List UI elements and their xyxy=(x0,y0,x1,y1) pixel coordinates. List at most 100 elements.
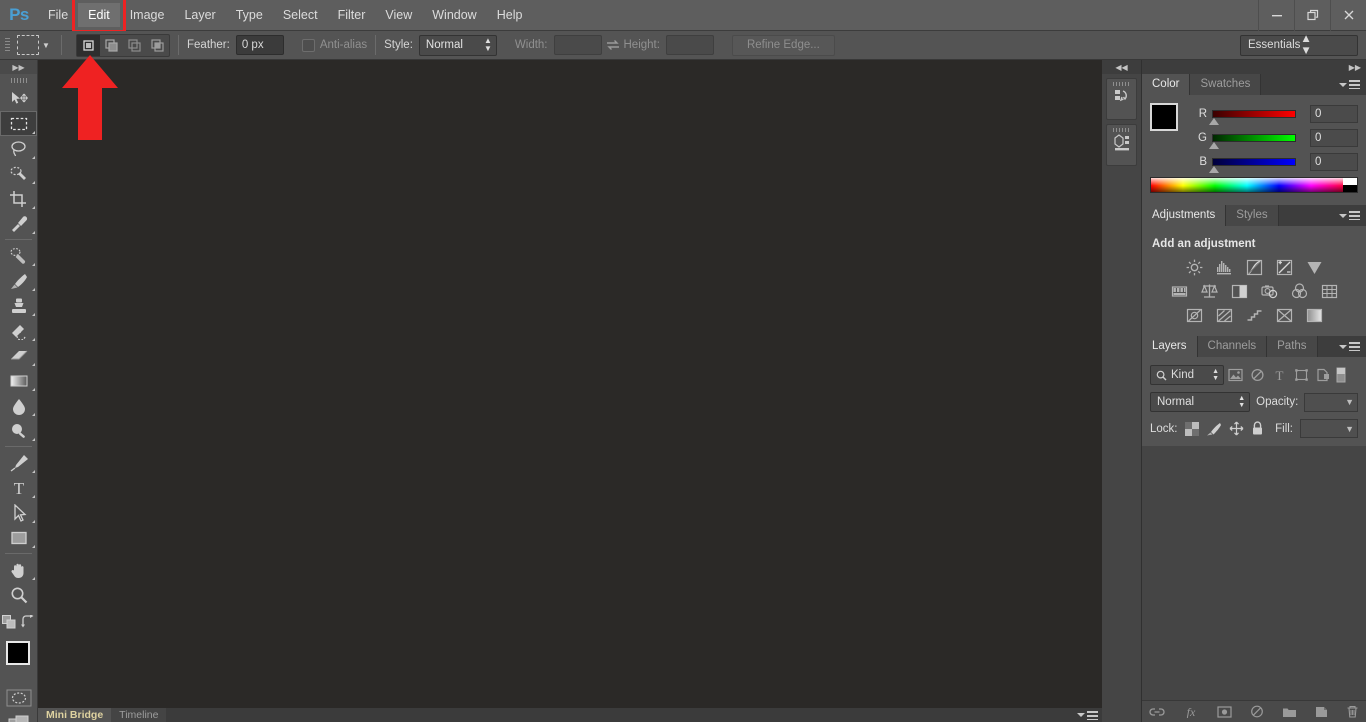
pen-tool[interactable] xyxy=(0,450,37,475)
close-button[interactable] xyxy=(1330,0,1366,31)
screen-mode-icon[interactable] xyxy=(0,711,37,722)
slider-knob[interactable] xyxy=(1209,142,1219,149)
filter-smart-object-layers-icon[interactable] xyxy=(1312,365,1334,385)
tab-paths[interactable]: Paths xyxy=(1267,336,1318,357)
black-and-white-icon[interactable] xyxy=(1229,282,1249,300)
tab-color[interactable]: Color xyxy=(1142,74,1191,95)
history-brush-tool[interactable] xyxy=(0,318,37,343)
path-selection-tool[interactable] xyxy=(0,500,37,525)
layers-list[interactable] xyxy=(1142,446,1366,704)
quick-mask-mode-icon[interactable] xyxy=(0,685,37,711)
zoom-tool[interactable] xyxy=(0,582,37,607)
menu-item-help[interactable]: Help xyxy=(487,3,533,27)
add-to-selection-button[interactable] xyxy=(100,35,123,56)
hand-tool[interactable] xyxy=(0,557,37,582)
color-panel-menu-icon[interactable] xyxy=(1339,74,1366,95)
channel-mixer-icon[interactable] xyxy=(1289,282,1309,300)
swap-colors-icon[interactable] xyxy=(20,615,35,629)
menu-item-view[interactable]: View xyxy=(375,3,422,27)
tool-preset-chevron-down-icon[interactable]: ▼ xyxy=(39,41,53,50)
green-channel-value[interactable]: 0 xyxy=(1310,129,1358,147)
menu-item-filter[interactable]: Filter xyxy=(328,3,376,27)
color-spectrum-ramp[interactable] xyxy=(1150,177,1358,193)
tab-adjustments[interactable]: Adjustments xyxy=(1142,205,1227,226)
black-swatch[interactable] xyxy=(1343,185,1357,192)
dodge-tool[interactable] xyxy=(0,418,37,443)
spectrum-strip[interactable] xyxy=(1151,178,1343,192)
tab-channels[interactable]: Channels xyxy=(1197,336,1268,357)
menu-item-window[interactable]: Window xyxy=(422,3,486,27)
menu-item-edit[interactable]: Edit xyxy=(78,3,120,27)
move-tool[interactable] xyxy=(0,86,37,111)
blue-channel-value[interactable]: 0 xyxy=(1310,153,1358,171)
layer-style-fx-icon[interactable]: fx xyxy=(1183,705,1199,718)
hue-saturation-icon[interactable] xyxy=(1169,282,1189,300)
adjustments-panel-menu-icon[interactable] xyxy=(1339,205,1366,226)
new-group-icon[interactable] xyxy=(1282,706,1297,718)
chevron-down-icon[interactable]: ▼ xyxy=(1345,397,1354,407)
chevron-down-icon[interactable]: ▼ xyxy=(1345,424,1354,434)
refine-edge-button[interactable]: Refine Edge... xyxy=(731,34,835,56)
add-layer-mask-icon[interactable] xyxy=(1217,705,1232,718)
lock-image-pixels-icon[interactable] xyxy=(1206,422,1222,436)
tab-styles[interactable]: Styles xyxy=(1226,205,1279,226)
menu-item-layer[interactable]: Layer xyxy=(174,3,225,27)
clone-stamp-tool[interactable] xyxy=(0,293,37,318)
lock-position-icon[interactable] xyxy=(1229,421,1244,436)
style-select[interactable]: Normal ▲ ▼ xyxy=(418,34,497,56)
vibrance-icon[interactable] xyxy=(1304,258,1324,276)
quick-selection-tool[interactable] xyxy=(0,161,37,186)
filter-type-layers-icon[interactable]: T xyxy=(1268,365,1290,385)
options-bar-grip[interactable] xyxy=(0,31,14,60)
panels-collapse-button[interactable]: ▶▶ xyxy=(1142,60,1366,74)
lock-transparent-pixels-icon[interactable] xyxy=(1184,421,1199,436)
color-panel-foreground-swatch[interactable] xyxy=(1150,103,1178,131)
blur-tool[interactable] xyxy=(0,393,37,418)
exposure-icon[interactable] xyxy=(1274,258,1294,276)
layers-panel-menu-icon[interactable] xyxy=(1339,336,1366,357)
foreground-color-swatch[interactable] xyxy=(6,641,30,665)
blue-channel-slider[interactable] xyxy=(1209,158,1296,173)
minimize-button[interactable] xyxy=(1258,0,1294,31)
properties-panel-icon[interactable] xyxy=(1106,124,1137,166)
color-balance-icon[interactable] xyxy=(1199,282,1219,300)
height-input[interactable] xyxy=(665,35,714,55)
slider-knob[interactable] xyxy=(1209,118,1219,125)
red-channel-slider[interactable] xyxy=(1209,110,1296,125)
photo-filter-icon[interactable] xyxy=(1259,282,1279,300)
workspace-select[interactable]: Essentials ▲ ▼ xyxy=(1240,33,1358,57)
selective-color-icon[interactable] xyxy=(1274,306,1294,324)
spot-healing-brush-tool[interactable] xyxy=(0,243,37,268)
canvas-area[interactable] xyxy=(38,60,1102,708)
brightness-contrast-icon[interactable] xyxy=(1184,258,1204,276)
link-layers-icon[interactable] xyxy=(1149,706,1165,718)
width-input[interactable] xyxy=(553,35,602,55)
toolbar-collapse-button[interactable]: ▶▶ xyxy=(0,60,37,74)
bottom-panel-menu-icon[interactable] xyxy=(1077,708,1102,722)
tab-timeline[interactable]: Timeline xyxy=(111,708,167,722)
default-colors-icon[interactable] xyxy=(2,615,16,629)
filter-shape-layers-icon[interactable] xyxy=(1290,365,1312,385)
history-panel-icon[interactable] xyxy=(1106,78,1137,120)
gradient-map-icon[interactable] xyxy=(1304,306,1324,324)
fill-input[interactable]: ▼ xyxy=(1300,419,1358,438)
menu-item-select[interactable]: Select xyxy=(273,3,328,27)
red-channel-value[interactable]: 0 xyxy=(1310,105,1358,123)
curves-icon[interactable] xyxy=(1244,258,1264,276)
white-swatch[interactable] xyxy=(1343,178,1357,185)
levels-icon[interactable] xyxy=(1214,258,1234,276)
lock-all-icon[interactable] xyxy=(1251,421,1264,436)
brush-tool[interactable] xyxy=(0,268,37,293)
feather-input[interactable]: 0 px xyxy=(235,35,284,55)
eraser-tool[interactable] xyxy=(0,343,37,368)
crop-tool[interactable] xyxy=(0,186,37,211)
delete-layer-icon[interactable] xyxy=(1346,705,1359,718)
invert-icon[interactable] xyxy=(1184,306,1204,324)
opacity-input[interactable]: ▼ xyxy=(1304,392,1358,412)
lasso-tool[interactable] xyxy=(0,136,37,161)
horizontal-type-tool[interactable]: T xyxy=(0,475,37,500)
tab-layers[interactable]: Layers xyxy=(1142,336,1198,357)
new-adjustment-layer-icon[interactable] xyxy=(1250,705,1264,718)
menu-item-file[interactable]: File xyxy=(38,3,78,27)
green-channel-slider[interactable] xyxy=(1209,134,1296,149)
